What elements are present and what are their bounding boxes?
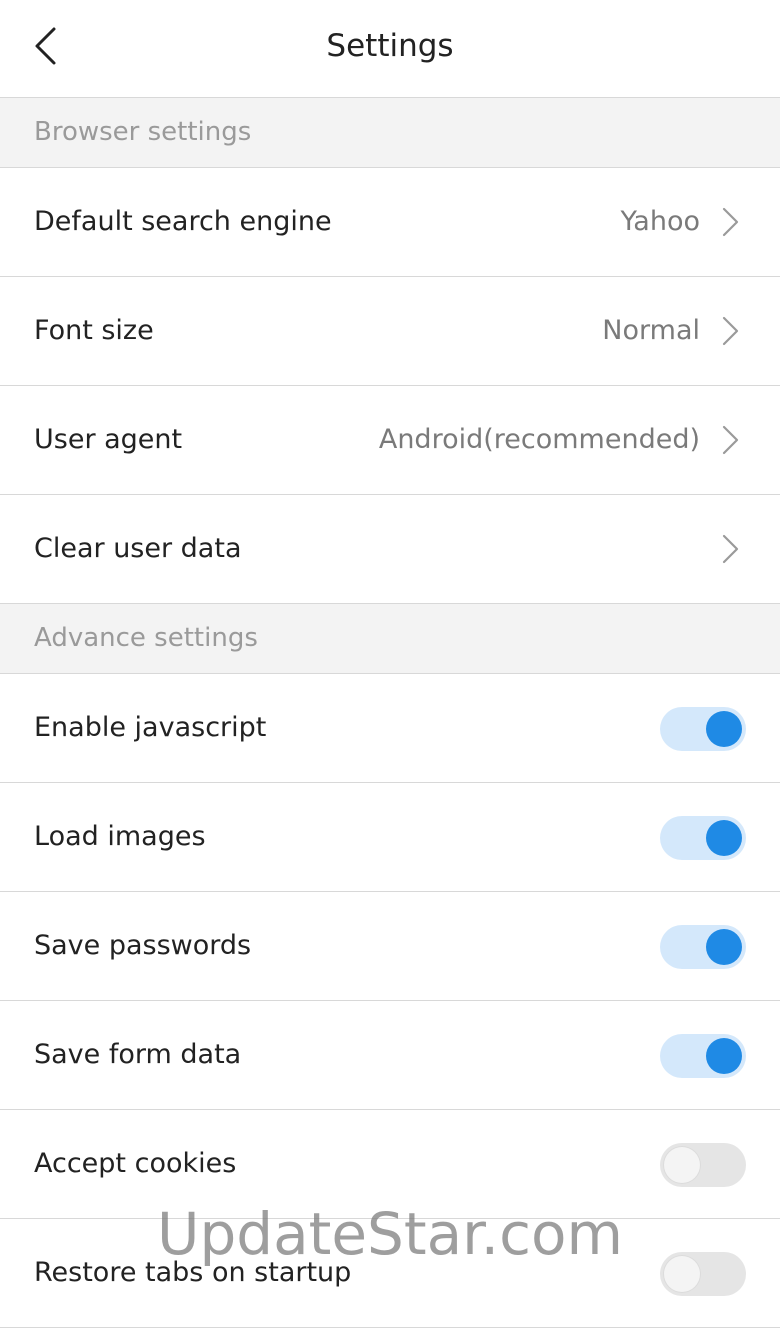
toggle-knob <box>706 929 742 965</box>
setting-row-load-images: Load images <box>0 783 780 892</box>
section-title: Browser settings <box>34 117 252 147</box>
row-label: Restore tabs on startup <box>34 1257 352 1288</box>
section-title: Advance settings <box>34 623 258 653</box>
row-label: Save form data <box>34 1039 242 1070</box>
row-value: Yahoo <box>620 206 700 237</box>
row-label: User agent <box>34 424 183 455</box>
row-label: Enable javascript <box>34 712 267 743</box>
chevron-right-icon <box>722 207 739 237</box>
page-title: Settings <box>326 28 454 64</box>
chevron-right-icon <box>722 316 739 346</box>
section-header-advance-settings: Advance settings <box>0 604 780 674</box>
row-label: Font size <box>34 315 154 346</box>
restore-tabs-toggle[interactable] <box>660 1252 746 1296</box>
chevron-right-icon <box>722 534 739 564</box>
chevron-right-icon <box>722 425 739 455</box>
toggle-knob <box>706 820 742 856</box>
setting-row-font-size[interactable]: Font size Normal <box>0 277 780 386</box>
setting-row-default-search-engine[interactable]: Default search engine Yahoo <box>0 168 780 277</box>
setting-row-restore-tabs-on-startup: Restore tabs on startup <box>0 1219 780 1328</box>
app-header: Settings <box>0 0 780 98</box>
toggle-knob <box>706 711 742 747</box>
enable-javascript-toggle[interactable] <box>660 707 746 751</box>
toggle-knob <box>664 1147 700 1183</box>
row-label: Load images <box>34 821 206 852</box>
load-images-toggle[interactable] <box>660 816 746 860</box>
setting-row-user-agent[interactable]: User agent Android(recommended) <box>0 386 780 495</box>
section-header-browser-settings: Browser settings <box>0 98 780 168</box>
setting-row-save-form-data: Save form data <box>0 1001 780 1110</box>
setting-row-accept-cookies: Accept cookies <box>0 1110 780 1219</box>
setting-row-enable-javascript: Enable javascript <box>0 674 780 783</box>
row-label: Clear user data <box>34 533 242 564</box>
setting-row-save-passwords: Save passwords <box>0 892 780 1001</box>
save-form-data-toggle[interactable] <box>660 1034 746 1078</box>
row-label: Accept cookies <box>34 1148 237 1179</box>
setting-row-clear-user-data[interactable]: Clear user data <box>0 495 780 604</box>
toggle-knob <box>706 1038 742 1074</box>
row-label: Default search engine <box>34 206 332 237</box>
save-passwords-toggle[interactable] <box>660 925 746 969</box>
accept-cookies-toggle[interactable] <box>660 1143 746 1187</box>
row-value: Android(recommended) <box>378 424 700 455</box>
toggle-knob <box>664 1256 700 1292</box>
row-label: Save passwords <box>34 930 252 961</box>
row-value: Normal <box>602 315 700 346</box>
